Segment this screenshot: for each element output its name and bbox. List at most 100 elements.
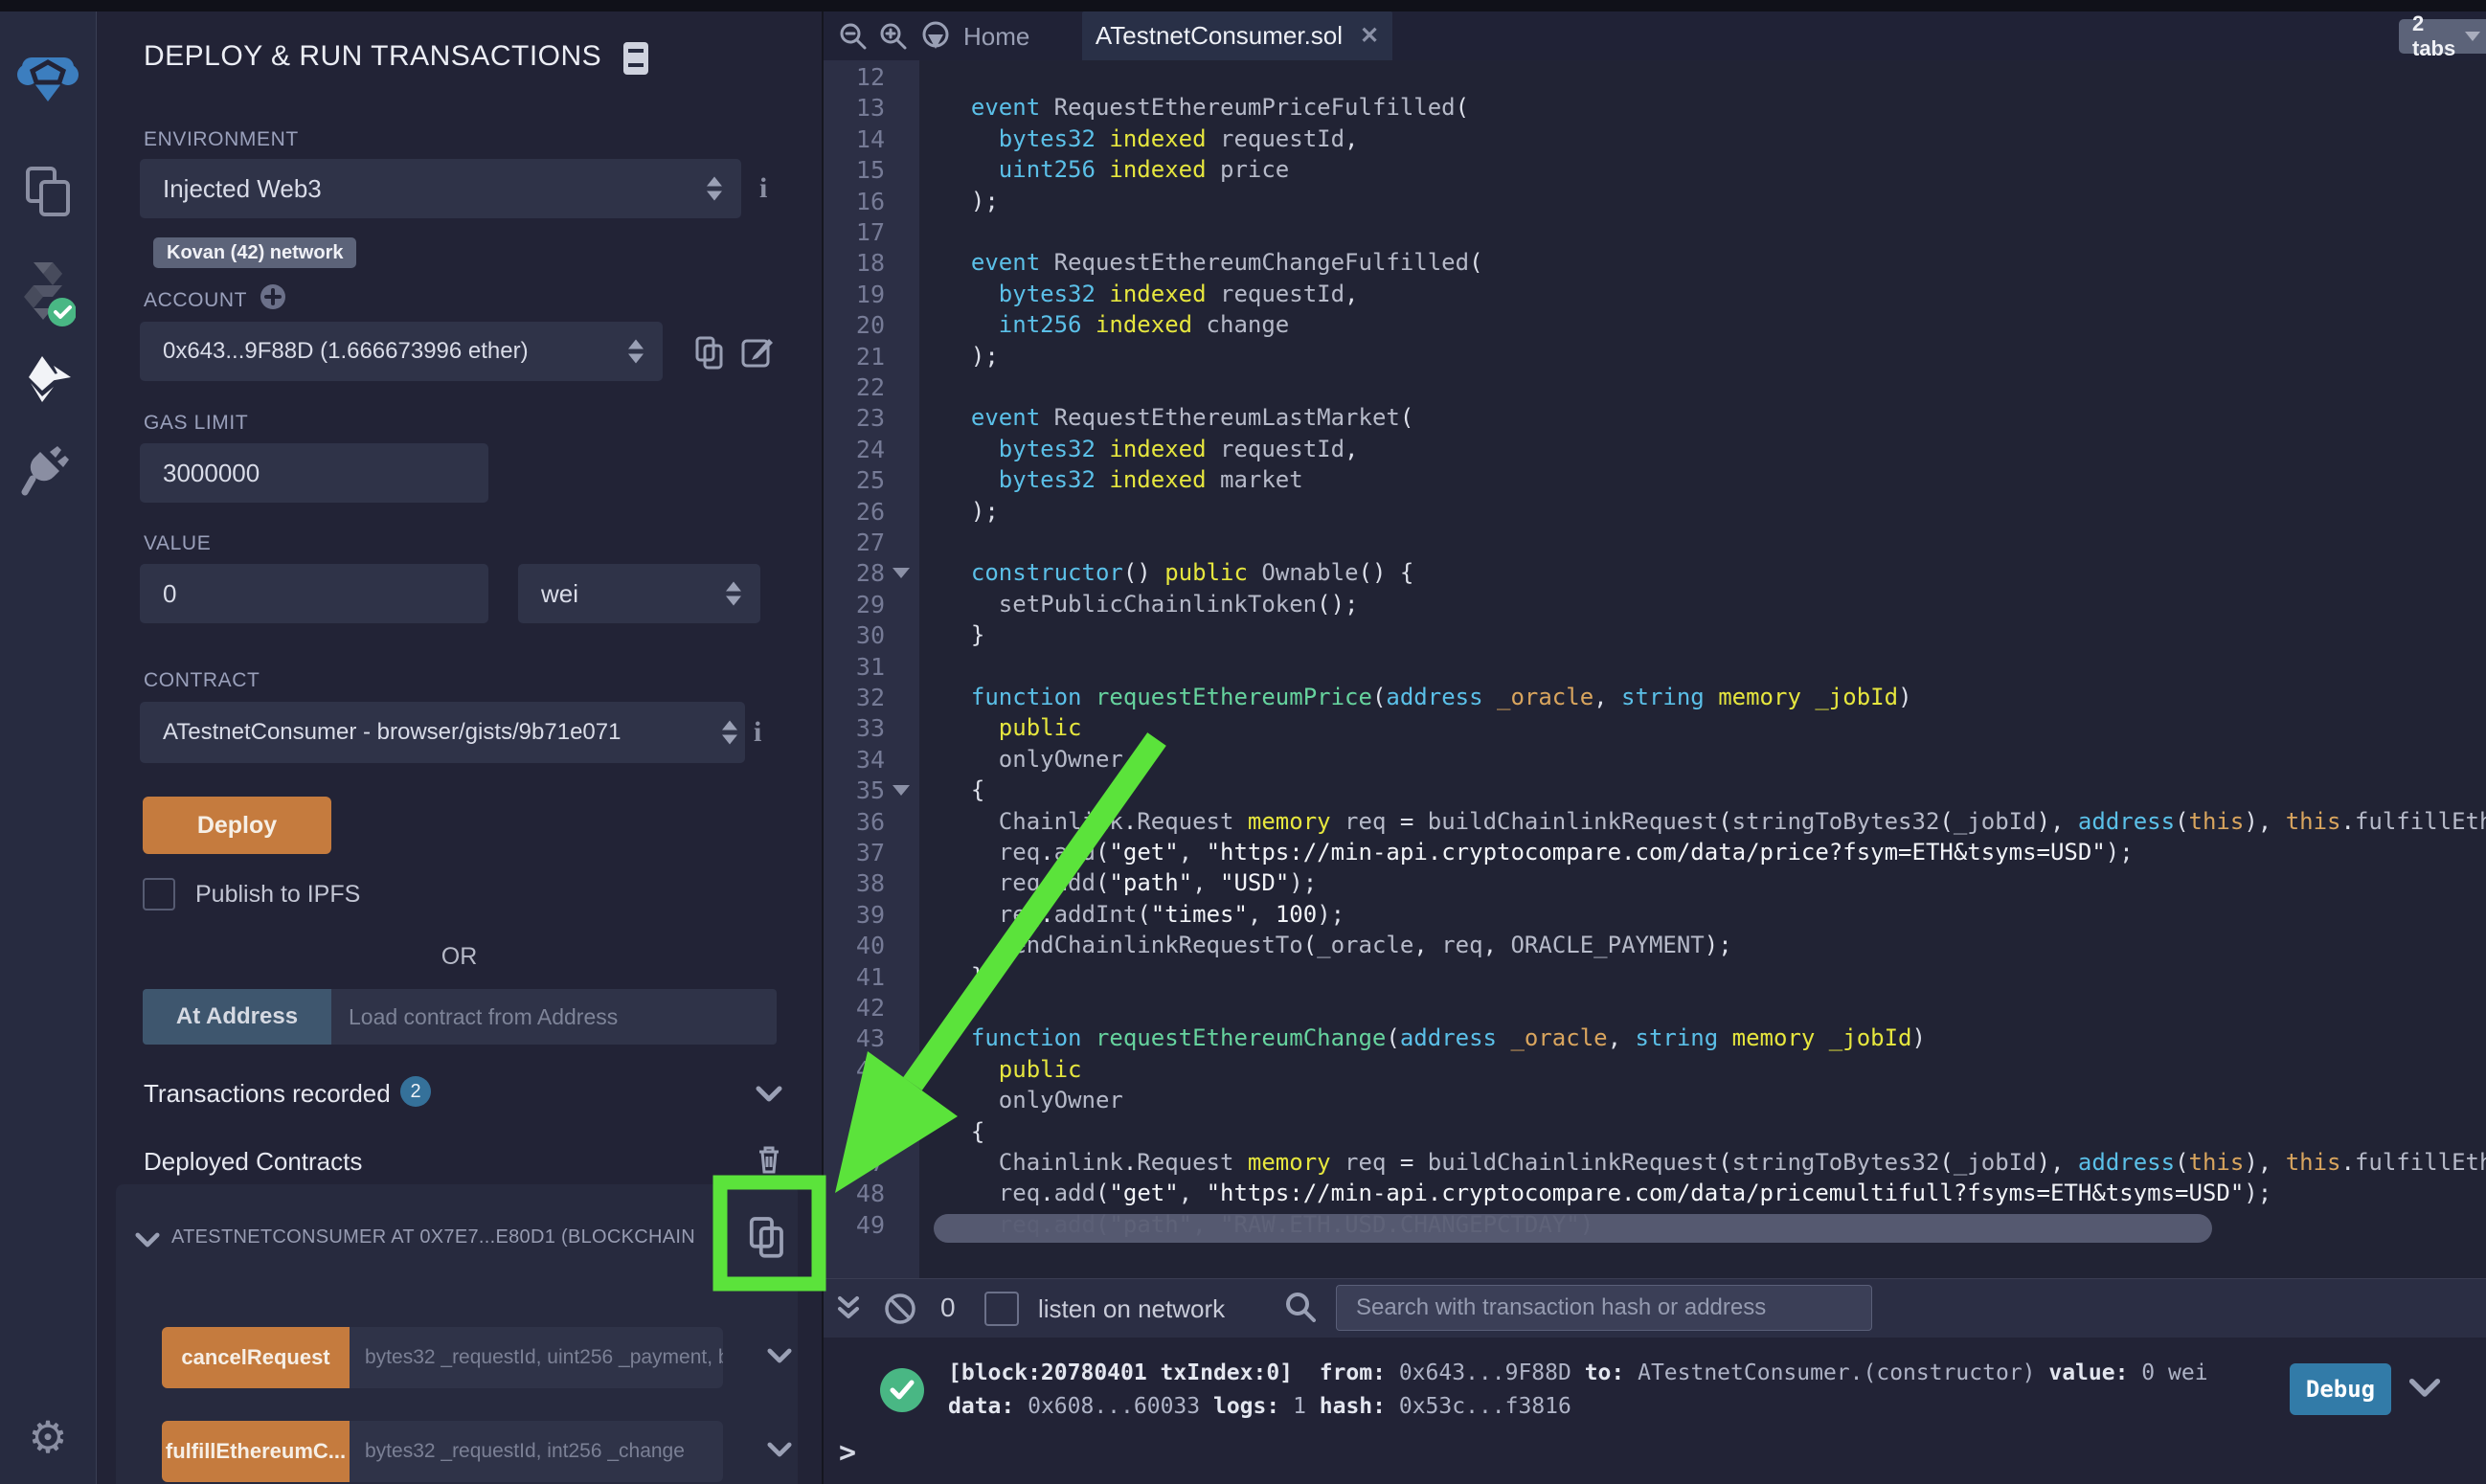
line-number: 49 (824, 1209, 919, 1241)
code-line[interactable]: 41 } (824, 961, 2486, 993)
line-number: 27 (824, 527, 919, 558)
deploy-and-run-icon[interactable] (0, 352, 96, 406)
code-line[interactable]: 26 ); (824, 496, 2486, 528)
cancelrequest-button[interactable]: cancelRequest (162, 1327, 350, 1388)
account-select[interactable]: 0x643...9F88D (1.666673996 ether) (140, 322, 663, 381)
code-line[interactable]: 21 ); (824, 341, 2486, 372)
code-editor[interactable]: 1213 event RequestEthereumPriceFulfilled… (824, 60, 2486, 1278)
tx-log-entry[interactable]: [block:20780401 txIndex:0] from: 0x643..… (948, 1357, 2208, 1424)
code-line[interactable]: 22 (824, 371, 2486, 403)
zoom-out-icon[interactable] (839, 22, 868, 51)
remix-logo-icon[interactable] (0, 46, 96, 109)
expand-args-chevron-icon[interactable] (767, 1442, 792, 1458)
zoom-in-icon[interactable] (879, 22, 908, 51)
code-line[interactable]: 44 public (824, 1054, 2486, 1086)
code-line[interactable]: 30 } (824, 619, 2486, 651)
code-line[interactable]: 43 function requestEthereumChange(addres… (824, 1023, 2486, 1054)
add-account-icon[interactable] (260, 283, 286, 310)
plugin-manager-icon[interactable] (0, 444, 96, 498)
transactions-chevron-icon[interactable] (756, 1086, 782, 1103)
line-number: 34 (824, 744, 919, 776)
fulfillethereumchange-button[interactable]: fulfillEthereumC... (162, 1421, 350, 1482)
code-line[interactable]: 13 event RequestEthereumPriceFulfilled( (824, 92, 2486, 124)
contract-select[interactable]: ATestnetConsumer - browser/gists/9b71e07… (140, 702, 745, 763)
code-text: event RequestEthereumPriceFulfilled( (943, 92, 1469, 124)
code-line[interactable]: 42 (824, 992, 2486, 1023)
code-line[interactable]: 16 ); (824, 186, 2486, 217)
code-line[interactable]: 46 { (824, 1116, 2486, 1148)
fold-marker-icon[interactable] (893, 568, 910, 578)
code-line[interactable]: 33 public (824, 712, 2486, 744)
code-line[interactable]: 25 bytes32 indexed market (824, 464, 2486, 496)
tabs-count-dropdown[interactable]: 2 tabs (2399, 19, 2486, 54)
environment-info-icon[interactable]: i (759, 172, 767, 205)
code-line[interactable]: 48 req.add("get", "https://min-api.crypt… (824, 1178, 2486, 1209)
code-line[interactable]: 40 sendChainlinkRequestTo(_oracle, req, … (824, 930, 2486, 961)
log-expand-chevron-icon[interactable] (2408, 1378, 2441, 1399)
value-input[interactable]: 0 (140, 564, 488, 623)
value-unit-select[interactable]: wei (518, 564, 760, 623)
code-line[interactable]: 45 onlyOwner (824, 1085, 2486, 1116)
code-line[interactable]: 12 (824, 61, 2486, 93)
fulfillethereumchange-args-input[interactable]: bytes32 _requestId, int256 _change (350, 1421, 723, 1482)
at-address-button[interactable]: At Address (143, 989, 331, 1045)
code-line[interactable]: 24 bytes32 indexed requestId, (824, 434, 2486, 465)
tab-atestnetconsumer[interactable]: ATestnetConsumer.sol ✕ (1082, 11, 1392, 60)
clear-instances-trash-icon[interactable] (756, 1143, 782, 1176)
gas-limit-input[interactable]: 3000000 (140, 443, 488, 503)
expand-terminal-icon[interactable] (835, 1295, 862, 1322)
terminal-prompt[interactable]: > (839, 1436, 856, 1470)
fold-marker-icon[interactable] (893, 785, 910, 796)
tab-home[interactable]: Home (963, 22, 1029, 52)
deployed-contracts-label: Deployed Contracts (144, 1147, 362, 1177)
code-line[interactable]: 27 (824, 527, 2486, 558)
at-address-input[interactable]: Load contract from Address (331, 989, 777, 1045)
copy-contract-address-icon[interactable] (748, 1215, 786, 1261)
code-line[interactable]: 47 Chainlink.Request memory req = buildC… (824, 1147, 2486, 1179)
clear-terminal-icon[interactable] (883, 1292, 917, 1326)
code-line[interactable]: 20 int256 indexed change (824, 309, 2486, 341)
code-line[interactable]: 15 uint256 indexed price (824, 154, 2486, 186)
contract-expand-chevron-icon[interactable] (135, 1232, 160, 1248)
panel-title: DEPLOY & RUN TRANSACTIONS (144, 40, 601, 73)
expand-args-chevron-icon[interactable] (767, 1348, 792, 1364)
code-line[interactable]: 32 function requestEthereumPrice(address… (824, 682, 2486, 713)
code-line[interactable]: 35 { (824, 775, 2486, 806)
code-line[interactable]: 18 event RequestEthereumChangeFulfilled( (824, 247, 2486, 279)
code-text: req.add("path", "USD"); (943, 867, 1317, 899)
horizontal-scrollbar[interactable] (934, 1214, 2212, 1243)
docs-book-icon[interactable] (622, 40, 650, 77)
listen-network-checkbox[interactable] (984, 1292, 1019, 1326)
contract-info-icon[interactable]: i (754, 716, 761, 749)
sign-message-icon[interactable] (740, 335, 775, 370)
code-line[interactable]: 28 constructor() public Ownable() { (824, 557, 2486, 589)
code-line[interactable]: 19 bytes32 indexed requestId, (824, 279, 2486, 310)
code-line[interactable]: 14 bytes32 indexed requestId, (824, 124, 2486, 155)
line-number: 15 (824, 154, 919, 186)
code-line[interactable]: 29 setPublicChainlinkToken(); (824, 589, 2486, 620)
file-explorer-icon[interactable] (0, 165, 96, 218)
code-line[interactable]: 17 (824, 216, 2486, 248)
environment-select[interactable]: Injected Web3 (140, 159, 741, 218)
code-line[interactable]: 39 req.addInt("times", 100); (824, 899, 2486, 931)
solidity-compiler-icon[interactable] (0, 259, 96, 331)
deploy-button[interactable]: Deploy (143, 797, 331, 854)
close-tab-icon[interactable]: ✕ (1360, 22, 1379, 50)
settings-gear-icon[interactable]: ⚙ (0, 1411, 96, 1463)
network-badge: Kovan (42) network (153, 237, 356, 268)
code-line[interactable]: 34 onlyOwner (824, 744, 2486, 776)
fold-marker-icon[interactable] (893, 1127, 910, 1137)
debug-button[interactable]: Debug (2290, 1363, 2391, 1415)
cancelrequest-args-input[interactable]: bytes32 _requestId, uint256 _payment, b (350, 1327, 723, 1388)
code-line[interactable]: 36 Chainlink.Request memory req = buildC… (824, 806, 2486, 838)
code-line[interactable]: 38 req.add("path", "USD"); (824, 867, 2486, 899)
copy-account-icon[interactable] (694, 335, 725, 371)
code-line[interactable]: 23 event RequestEthereumLastMarket( (824, 402, 2486, 434)
home-tab-remix-icon[interactable] (919, 20, 952, 53)
terminal-search-input[interactable]: Search with transaction hash or address (1336, 1285, 1872, 1331)
code-line[interactable]: 37 req.add("get", "https://min-api.crypt… (824, 837, 2486, 868)
code-line[interactable]: 31 (824, 651, 2486, 683)
line-number: 13 (824, 92, 919, 124)
line-number: 47 (824, 1147, 919, 1179)
publish-ipfs-checkbox[interactable] (143, 878, 175, 911)
